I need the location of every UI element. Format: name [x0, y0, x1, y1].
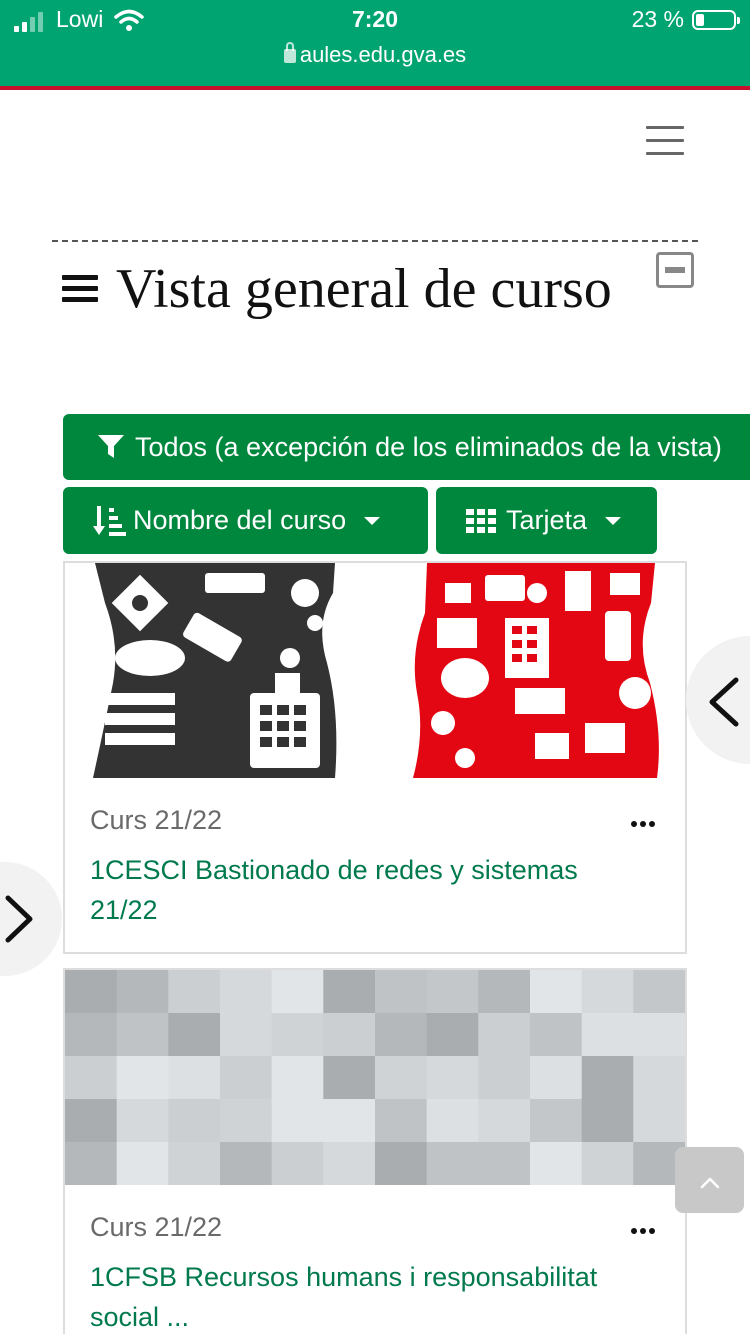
- battery-percent: 23 %: [631, 6, 684, 32]
- course-category: Curs 21/22: [90, 1212, 223, 1242]
- block-title-text: Vista general de curso: [116, 258, 612, 320]
- course-card[interactable]: Curs 21/22 1CFSB Recursos humans i respo…: [63, 968, 687, 1334]
- back-to-top-button[interactable]: [675, 1147, 744, 1213]
- page-title: Vista general de curso: [62, 256, 642, 322]
- block-menu-icon[interactable]: [62, 275, 98, 303]
- chevron-left-icon: [709, 677, 739, 727]
- caret-down-icon: [605, 516, 622, 525]
- course-image[interactable]: [65, 563, 685, 778]
- more-options-icon[interactable]: [631, 821, 655, 827]
- battery-icon: [692, 10, 740, 30]
- more-options-icon[interactable]: [631, 1228, 655, 1234]
- url-bar[interactable]: aules.edu.gva.es: [0, 42, 750, 68]
- sort-icon: [93, 505, 126, 536]
- url-text: aules.edu.gva.es: [299, 42, 467, 67]
- view-dropdown[interactable]: Tarjeta: [436, 487, 657, 554]
- sort-label: Nombre del curso: [133, 505, 347, 535]
- view-label: Tarjeta: [506, 505, 588, 535]
- course-name-link[interactable]: 1CFSB Recursos humans i responsabilitat …: [90, 1257, 650, 1334]
- lock-icon: [283, 42, 296, 63]
- nav-menu-icon[interactable]: [646, 126, 684, 156]
- filter-icon: [98, 435, 124, 458]
- chevron-up-icon: [700, 1177, 720, 1189]
- course-name-link[interactable]: 1CESCI Bastionado de redes y sistemas 21…: [90, 850, 650, 930]
- grid-icon: [466, 508, 496, 533]
- header-accent-line: [0, 86, 750, 90]
- course-image[interactable]: [65, 970, 685, 1185]
- chevron-right-icon: [5, 895, 33, 943]
- grouping-dropdown[interactable]: Todos (a excepción de los eliminados de …: [63, 414, 750, 480]
- course-category: Curs 21/22: [90, 805, 223, 835]
- block-divider: [52, 240, 698, 242]
- caret-down-icon: [364, 516, 381, 525]
- carousel-next-button[interactable]: [0, 862, 62, 976]
- collapse-block-button[interactable]: [656, 252, 694, 288]
- carousel-prev-button[interactable]: [686, 636, 750, 764]
- status-bar: Lowi 7:20 23 % aules.edu.gva.es: [0, 0, 750, 86]
- course-card[interactable]: Curs 21/22 1CESCI Bastionado de redes y …: [63, 561, 687, 954]
- grouping-label: Todos (a excepción de los eliminados de …: [135, 431, 722, 462]
- sort-dropdown[interactable]: Nombre del curso: [63, 487, 428, 554]
